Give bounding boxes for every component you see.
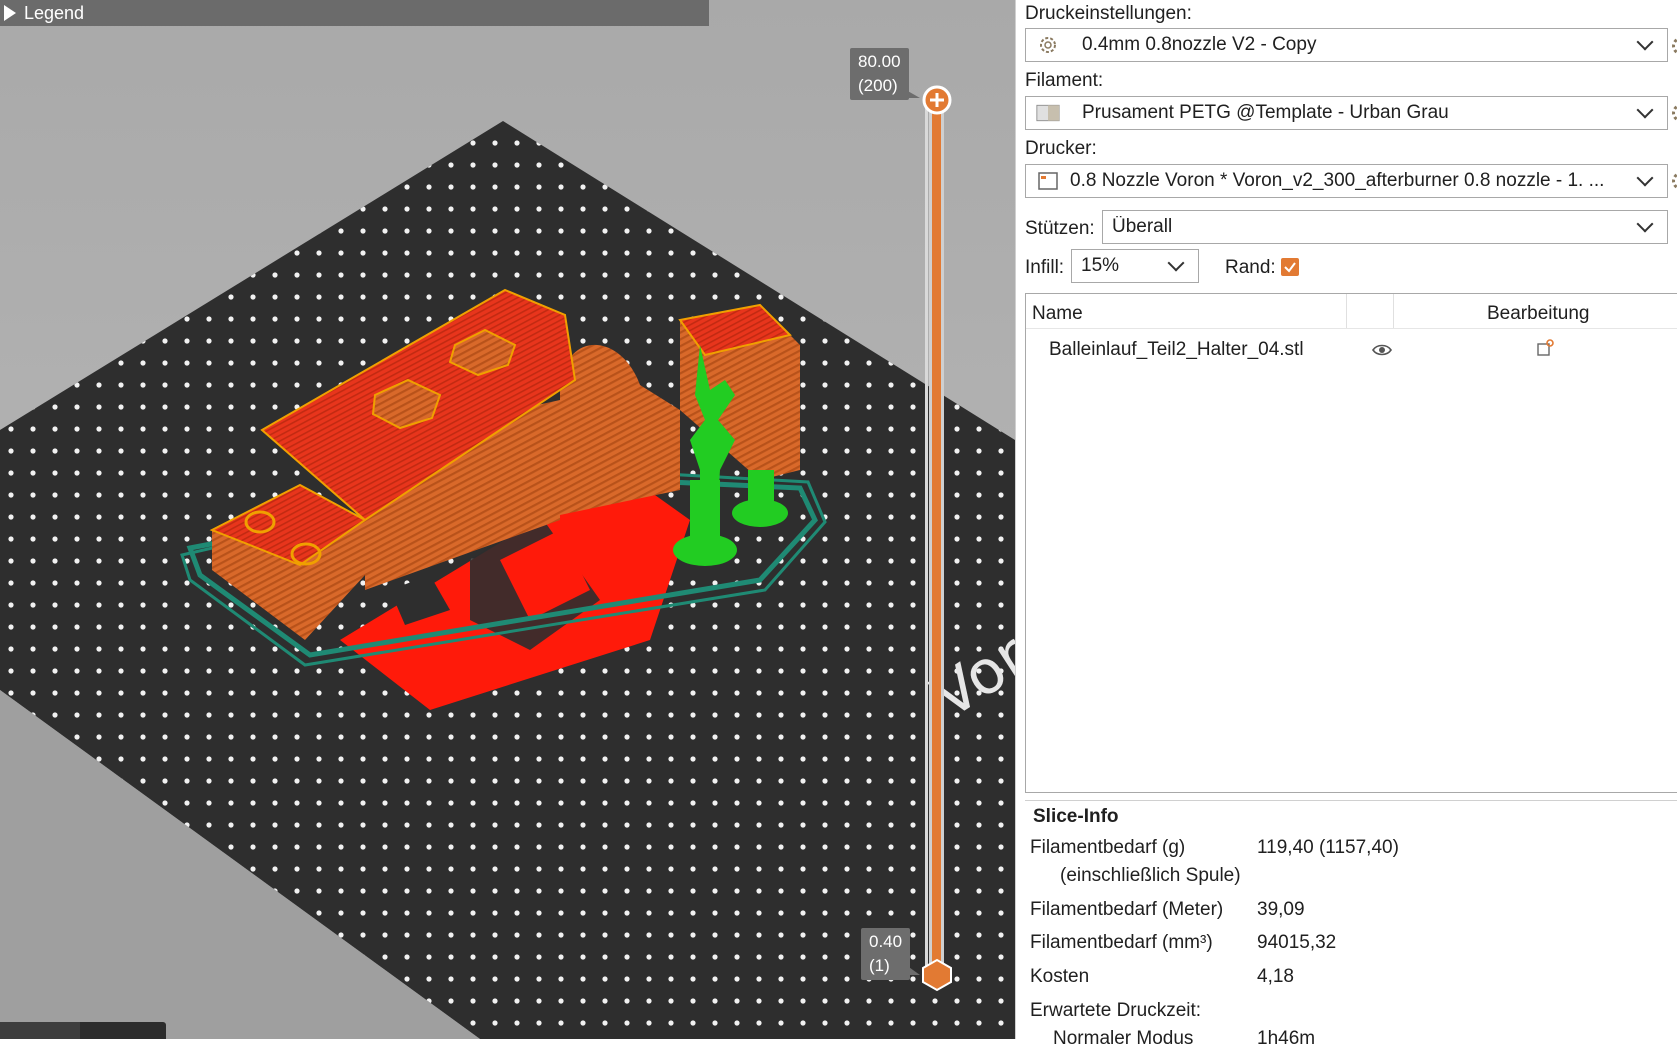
settings-panel: Druckeinstellungen: 0.4mm 0.8nozzle V2 -… (1015, 0, 1677, 1049)
lower-layer-handle[interactable] (922, 958, 952, 992)
lower-layer-height: 0.40 (869, 932, 903, 951)
object-list[interactable]: Name Bearbeitung Balleinlauf_Teil2_Halte… (1025, 293, 1677, 793)
filament-weight-value: 119,40 (1157,40) (1257, 837, 1399, 858)
infill-label: Infill: (1025, 257, 1065, 278)
chevron-down-icon (1636, 101, 1654, 119)
column-header-edit[interactable]: Bearbeitung (1487, 303, 1589, 325)
cost-value: 4,18 (1257, 966, 1294, 987)
column-header-name[interactable]: Name (1032, 303, 1083, 325)
chevron-down-icon (1636, 169, 1654, 187)
expand-arrow-icon (4, 5, 16, 21)
print-settings-label: Druckeinstellungen: (1025, 3, 1192, 24)
print-settings-gear-icon[interactable] (1672, 37, 1677, 55)
object-name: Balleinlauf_Teil2_Halter_04.stl (1049, 339, 1304, 360)
upper-layer-height: 80.00 (858, 52, 901, 71)
filament-gear-icon[interactable] (1672, 104, 1677, 122)
filament-length-value: 39,09 (1257, 899, 1305, 920)
printer-value: 0.8 Nozzle Voron * Voron_v2_300_afterbur… (1070, 170, 1605, 191)
chevron-down-icon (1167, 254, 1185, 272)
filament-weight-sublabel: (einschließlich Spule) (1060, 865, 1241, 886)
object-list-header: Name Bearbeitung (1026, 294, 1677, 329)
checkmark-icon (1284, 262, 1296, 273)
filament-weight-label: Filamentbedarf (g) (1030, 837, 1186, 858)
filament-combo[interactable]: Prusament PETG @Template - Urban Grau (1025, 96, 1668, 130)
filament-label: Filament: (1025, 70, 1104, 91)
filament-color-swatch-icon (1036, 102, 1060, 124)
lower-layer-index: (1) (869, 956, 890, 975)
print-settings-icon (1036, 34, 1060, 56)
infill-combo[interactable]: 15% (1071, 249, 1199, 283)
chevron-down-icon (1636, 215, 1654, 233)
cost-label: Kosten (1030, 966, 1090, 987)
normal-mode-label: Normaler Modus (1053, 1028, 1194, 1049)
brim-checkbox[interactable] (1281, 258, 1299, 276)
upper-layer-label: 80.00 (200) (850, 48, 909, 100)
print-time-label: Erwartete Druckzeit: (1030, 1000, 1202, 1021)
eye-icon[interactable] (1372, 341, 1392, 363)
infill-value: 15% (1081, 255, 1120, 276)
legend-toggle[interactable]: Legend (0, 0, 709, 26)
printer-gear-icon[interactable] (1672, 172, 1677, 190)
supports-value: Überall (1112, 216, 1173, 237)
view-toolbar-segment[interactable] (0, 1022, 80, 1039)
slice-info-title: Slice-Info (1033, 806, 1119, 827)
filament-value: Prusament PETG @Template - Urban Grau (1082, 102, 1449, 123)
filament-length-label: Filamentbedarf (Meter) (1030, 899, 1224, 920)
upper-layer-index: (200) (858, 76, 898, 95)
print-settings-value: 0.4mm 0.8nozzle V2 - Copy (1082, 34, 1317, 55)
brim-label: Rand: (1225, 257, 1276, 278)
lower-layer-label: 0.40 (1) (861, 928, 911, 980)
upper-layer-handle[interactable] (922, 85, 952, 115)
edit-icon[interactable] (1536, 339, 1554, 363)
chevron-down-icon (1636, 33, 1654, 51)
normal-mode-value: 1h46m (1257, 1028, 1316, 1049)
printer-label: Drucker: (1025, 138, 1097, 159)
filament-volume-label: Filamentbedarf (mm³) (1030, 932, 1213, 953)
3d-viewport[interactable]: Voron Legend 80.00 (200) 0.40 (1) (0, 0, 1015, 1039)
supports-label: Stützen: (1025, 218, 1095, 239)
printer-combo[interactable]: 0.8 Nozzle Voron * Voron_v2_300_afterbur… (1025, 164, 1668, 198)
legend-label: Legend (24, 2, 85, 23)
printer-icon (1036, 170, 1060, 192)
table-row[interactable]: Balleinlauf_Teil2_Halter_04.stl (1026, 336, 1677, 366)
print-settings-combo[interactable]: 0.4mm 0.8nozzle V2 - Copy (1025, 28, 1668, 62)
print-preview-scene[interactable]: Voron (0, 0, 1015, 1039)
view-toolbar-tab[interactable] (0, 1022, 166, 1039)
supports-combo[interactable]: Überall (1102, 210, 1668, 244)
filament-volume-value: 94015,32 (1257, 932, 1337, 953)
